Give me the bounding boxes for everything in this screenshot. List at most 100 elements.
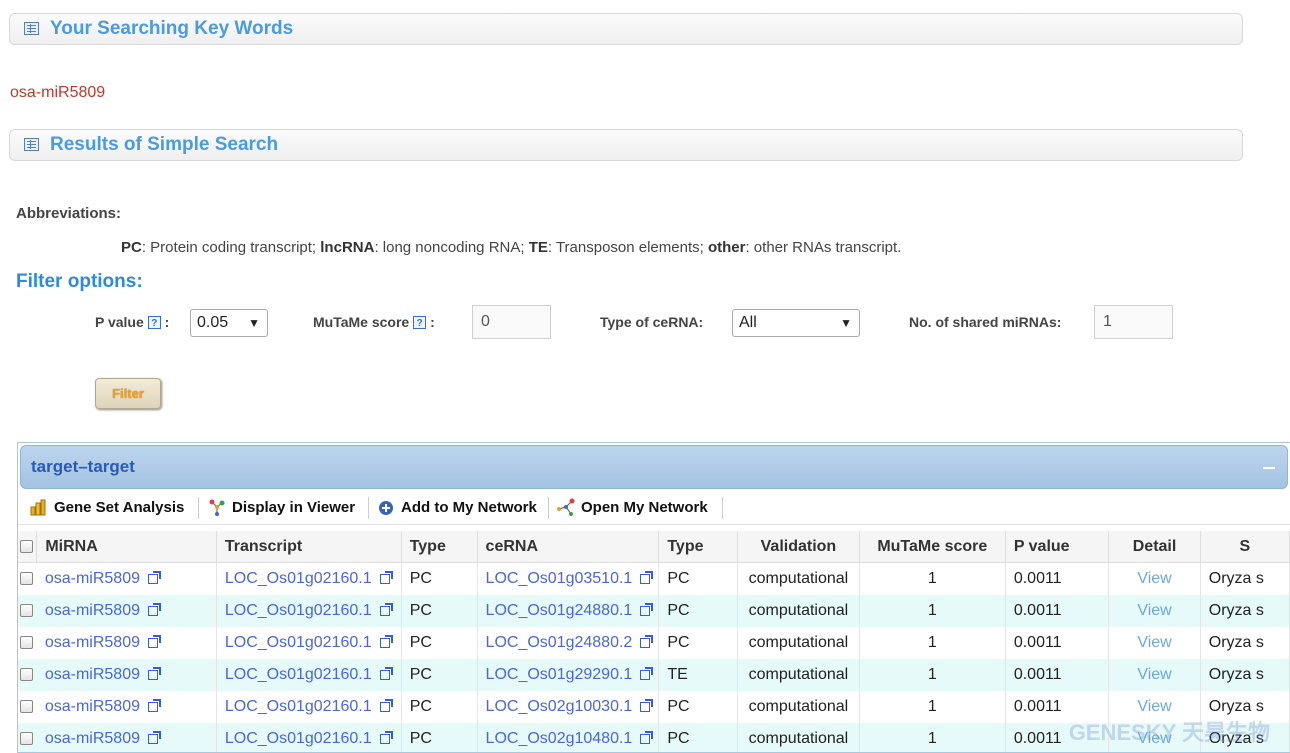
results-grid: target–target Gene Set Analysis Display …: [17, 442, 1290, 753]
col-type[interactable]: Type: [400, 531, 478, 563]
transcript-link[interactable]: LOC_Os01g02160.1: [225, 602, 372, 619]
select-all-checkbox[interactable]: [20, 539, 33, 553]
cell-type: PC: [401, 595, 478, 627]
transcript-link[interactable]: LOC_Os01g02160.1: [225, 634, 372, 651]
pvalue-label: P value? :: [95, 314, 169, 330]
mirna-link[interactable]: osa-miR5809: [45, 602, 140, 619]
external-link-icon[interactable]: [147, 667, 161, 680]
mirna-link[interactable]: osa-miR5809: [45, 698, 140, 715]
cell-transcript: LOC_Os01g02160.1: [216, 627, 402, 659]
display-in-viewer-label: Display in Viewer: [232, 499, 356, 516]
external-link-icon[interactable]: [379, 731, 393, 744]
row-select-cell: [18, 563, 37, 596]
cerna-link[interactable]: LOC_Os01g29290.1: [486, 666, 633, 683]
cell-validation: computational: [737, 659, 860, 691]
external-link-icon[interactable]: [379, 571, 393, 584]
cerna-link[interactable]: LOC_Os02g10030.1: [486, 698, 633, 715]
col-cerna[interactable]: ceRNA: [476, 531, 660, 563]
transcript-link[interactable]: LOC_Os01g02160.1: [225, 730, 372, 747]
row-checkbox[interactable]: [20, 732, 33, 746]
external-link-icon[interactable]: [379, 667, 393, 680]
toolbar-divider: [368, 497, 369, 519]
col-cerna-type[interactable]: Type: [658, 531, 739, 563]
mirna-link[interactable]: osa-miR5809: [45, 730, 140, 747]
external-link-icon[interactable]: [640, 571, 654, 584]
external-link-icon[interactable]: [147, 699, 161, 712]
display-in-viewer-button[interactable]: Display in Viewer: [208, 492, 355, 524]
cerna-link[interactable]: LOC_Os01g24880.1: [486, 602, 633, 619]
open-my-network-button[interactable]: Open My Network: [557, 492, 708, 524]
view-detail-link[interactable]: View: [1137, 666, 1171, 683]
view-detail-link[interactable]: View: [1137, 698, 1171, 715]
add-icon: [377, 496, 395, 515]
help-icon[interactable]: ?: [147, 316, 161, 329]
network-icon: [208, 496, 226, 516]
transcript-link[interactable]: LOC_Os01g02160.1: [225, 698, 372, 715]
mutame-label-text: MuTaMe score: [313, 314, 410, 330]
table-icon: [24, 138, 39, 151]
external-link-icon[interactable]: [379, 699, 393, 712]
mutame-score-input[interactable]: 0: [472, 305, 551, 339]
filter-button[interactable]: Filter: [95, 378, 161, 409]
help-icon[interactable]: ?: [413, 316, 427, 329]
col-mirna[interactable]: MiRNA: [36, 531, 217, 563]
row-checkbox[interactable]: [20, 700, 33, 714]
gene-set-analysis-button[interactable]: Gene Set Analysis: [30, 492, 184, 524]
row-checkbox[interactable]: [20, 636, 33, 650]
cell-pvalue: 0.0011: [1005, 627, 1110, 659]
cell-validation: computational: [737, 691, 860, 723]
cell-mutame-score: 1: [859, 595, 1006, 627]
mirna-link[interactable]: osa-miR5809: [45, 634, 140, 651]
grid-title: target–target: [31, 457, 135, 476]
row-checkbox[interactable]: [20, 668, 33, 682]
cell-cerna-type: PC: [658, 595, 739, 627]
row-checkbox[interactable]: [20, 572, 33, 586]
cerna-link[interactable]: LOC_Os02g10480.1: [486, 730, 633, 747]
external-link-icon[interactable]: [147, 635, 161, 648]
abbr-other-key: other: [707, 239, 746, 256]
col-pvalue[interactable]: P value: [1004, 531, 1110, 563]
external-link-icon[interactable]: [147, 731, 161, 744]
external-link-icon[interactable]: [379, 635, 393, 648]
collapse-icon[interactable]: [1263, 467, 1275, 469]
external-link-icon[interactable]: [640, 667, 654, 680]
cerna-type-select[interactable]: All ▼: [732, 309, 860, 337]
mirna-link[interactable]: osa-miR5809: [45, 666, 140, 683]
cell-type: PC: [401, 627, 478, 659]
view-detail-link[interactable]: View: [1137, 602, 1171, 619]
col-detail[interactable]: Detail: [1108, 531, 1201, 563]
col-validation[interactable]: Validation: [737, 531, 860, 563]
transcript-link[interactable]: LOC_Os01g02160.1: [225, 666, 372, 683]
external-link-icon[interactable]: [640, 731, 654, 744]
col-species[interactable]: S: [1199, 531, 1290, 563]
mirna-link[interactable]: osa-miR5809: [45, 570, 140, 587]
abbr-te-text: : Transposon elements;: [547, 239, 708, 256]
mutame-label-colon: :: [430, 314, 435, 330]
cell-transcript: LOC_Os01g02160.1: [216, 659, 402, 691]
view-detail-link[interactable]: View: [1137, 634, 1171, 651]
view-detail-link[interactable]: View: [1137, 570, 1171, 587]
add-to-my-network-button[interactable]: Add to My Network: [377, 492, 537, 524]
external-link-icon[interactable]: [640, 635, 654, 648]
col-transcript[interactable]: Transcript: [215, 531, 402, 563]
external-link-icon[interactable]: [640, 699, 654, 712]
transcript-link[interactable]: LOC_Os01g02160.1: [225, 570, 372, 587]
pvalue-select[interactable]: 0.05 ▼: [190, 309, 268, 337]
cerna-link[interactable]: LOC_Os01g03510.1: [486, 570, 633, 587]
col-mutame-score[interactable]: MuTaMe score: [858, 531, 1006, 563]
cell-mutame-score: 1: [859, 627, 1006, 659]
cerna-link[interactable]: LOC_Os01g24880.2: [486, 634, 633, 651]
row-checkbox[interactable]: [20, 604, 33, 618]
abbreviations-title: Abbreviations:: [16, 205, 122, 222]
cell-species: Oryza s: [1200, 659, 1290, 691]
toolbar-divider: [722, 497, 723, 519]
table-row: osa-miR5809 LOC_Os01g02160.1 PC LOC_Os01g29…: [18, 659, 1290, 691]
cerna-type-label: Type of ceRNA:: [600, 314, 704, 330]
external-link-icon[interactable]: [379, 603, 393, 616]
external-link-icon[interactable]: [640, 603, 654, 616]
external-link-icon[interactable]: [147, 571, 161, 584]
cell-mirna: osa-miR5809: [36, 562, 217, 595]
external-link-icon[interactable]: [147, 603, 161, 616]
chevron-down-icon: ▼: [248, 316, 260, 330]
shared-mirnas-input[interactable]: 1: [1094, 305, 1173, 339]
